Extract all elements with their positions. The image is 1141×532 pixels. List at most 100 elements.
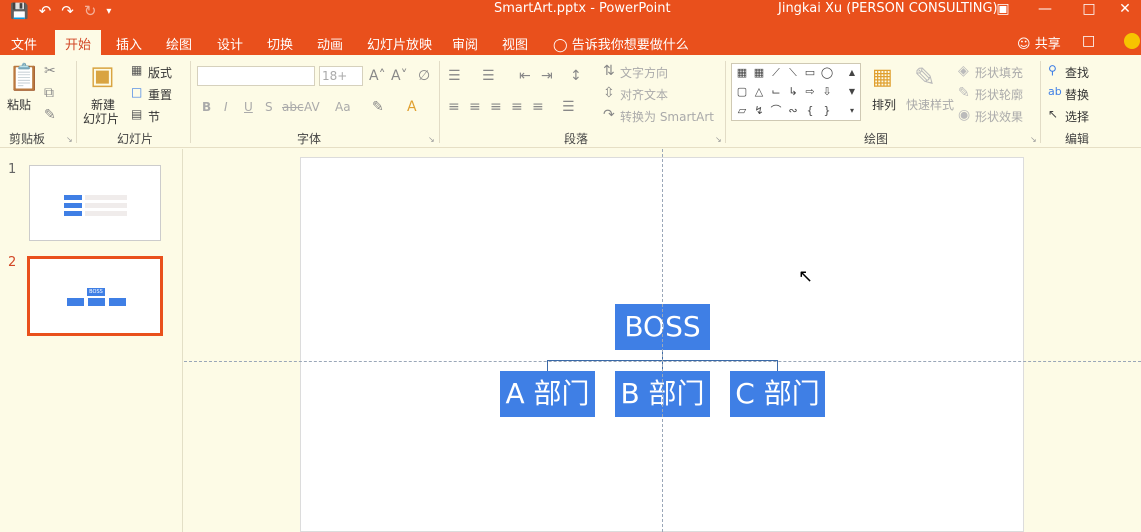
tell-me-search[interactable]: ◯ 告诉我你想要做什么 (553, 34, 689, 53)
align-left-icon[interactable]: ≡ (448, 99, 460, 115)
tab-animations[interactable]: 动画 (317, 34, 343, 53)
arrow-shape-icon[interactable]: ⟍ (786, 66, 800, 80)
curve-shape-icon[interactable]: ⌒ (769, 104, 783, 118)
quick-styles-button[interactable]: 快速样式 (906, 96, 954, 113)
shape-effects-button[interactable]: 形状效果 (975, 108, 1023, 125)
gallery-scroll-up-icon[interactable]: ▲ (845, 66, 859, 80)
repeat-icon[interactable]: ↻ (84, 2, 97, 20)
shape-outline-button[interactable]: 形状轮廓 (975, 86, 1023, 103)
oval-shape-icon[interactable]: ◯ (820, 66, 834, 80)
flowchart-shape-icon[interactable]: ▱ (735, 104, 749, 118)
slide-thumbnail-1[interactable] (29, 165, 161, 241)
feedback-smiley-icon[interactable] (1124, 33, 1140, 49)
line-shape-icon[interactable]: ⟋ (769, 66, 783, 80)
section-button[interactable]: 节 (148, 108, 160, 125)
redo-icon[interactable]: ↷ (61, 2, 74, 20)
tab-file[interactable]: 文件 (11, 34, 37, 53)
ribbon-display-options-icon[interactable]: ▣ (988, 0, 1018, 18)
shape-fill-button[interactable]: 形状填充 (975, 64, 1023, 81)
tab-transitions[interactable]: 切换 (267, 34, 293, 53)
smartart-child-box-c[interactable]: C 部门 (730, 371, 825, 417)
distributed-icon[interactable]: ≡ (532, 99, 544, 115)
horizontal-guide[interactable] (184, 361, 1141, 362)
customize-qat-icon[interactable]: ▾ (106, 6, 111, 17)
font-launcher-icon[interactable]: ↘ (428, 135, 435, 144)
paragraph-launcher-icon[interactable]: ↘ (715, 135, 722, 144)
quick-styles-icon[interactable]: ✎ (914, 63, 936, 93)
convert-smartart-button[interactable]: 转换为 SmartArt (620, 108, 714, 125)
format-painter-icon[interactable]: ✎ (44, 107, 56, 123)
slide-thumbnail-pane[interactable]: 1 2 BOSS (0, 149, 183, 532)
undo-icon[interactable]: ↶ (39, 2, 52, 20)
underline-button[interactable]: U (244, 100, 253, 114)
text-direction-button[interactable]: 文字方向 (620, 64, 668, 81)
font-size-input[interactable]: 18+ (319, 66, 363, 86)
elbow-arrow-shape-icon[interactable]: ↳ (786, 85, 800, 99)
numbering-icon[interactable]: ☰ (482, 68, 495, 84)
lightning-shape-icon[interactable]: ↯ (752, 104, 766, 118)
tab-insert[interactable]: 插入 (116, 34, 142, 53)
cut-icon[interactable]: ✂ (44, 63, 56, 79)
shadow-button[interactable]: S (265, 100, 273, 114)
save-icon[interactable]: 💾 (10, 2, 29, 20)
increase-font-icon[interactable]: A˄ (369, 68, 386, 84)
paste-button-label[interactable]: 粘贴 (7, 96, 31, 113)
vertical-textbox-shape-icon[interactable]: ▦ (752, 66, 766, 80)
tab-view[interactable]: 视图 (502, 34, 528, 53)
new-slide-label-2[interactable]: 幻灯片 (83, 110, 119, 127)
align-right-icon[interactable]: ≡ (490, 99, 502, 115)
paste-icon[interactable]: 📋 (8, 63, 40, 93)
layout-button[interactable]: 版式 (148, 64, 172, 81)
font-name-input[interactable] (197, 66, 315, 86)
shapes-gallery[interactable]: ▦ ▦ ⟋ ⟍ ▭ ◯ ▢ △ ⌙ ↳ ⇨ ⇩ ▱ ↯ ⌒ ∾ { } ▲ ▼ … (731, 63, 861, 121)
down-arrow-shape-icon[interactable]: ⇩ (820, 85, 834, 99)
smartart-child-box-a[interactable]: A 部门 (500, 371, 595, 417)
clear-formatting-icon[interactable]: ∅ (418, 68, 430, 84)
align-center-icon[interactable]: ≡ (469, 99, 481, 115)
select-button[interactable]: 选择 (1065, 108, 1089, 125)
decrease-indent-icon[interactable]: ⇤ (519, 68, 531, 84)
bullets-icon[interactable]: ☰ (448, 68, 461, 84)
left-brace-shape-icon[interactable]: { (803, 104, 817, 118)
vertical-guide[interactable] (662, 149, 663, 532)
italic-button[interactable]: I (224, 100, 228, 114)
rounded-rectangle-shape-icon[interactable]: ▢ (735, 85, 749, 99)
bold-button[interactable]: B (202, 100, 211, 114)
right-brace-shape-icon[interactable]: } (820, 104, 834, 118)
arrange-icon[interactable]: ▦ (872, 65, 893, 90)
textbox-shape-icon[interactable]: ▦ (735, 66, 749, 80)
tab-slideshow[interactable]: 幻灯片放映 (367, 34, 432, 53)
increase-indent-icon[interactable]: ⇥ (541, 68, 553, 84)
arrange-button[interactable]: 排列 (872, 96, 896, 113)
character-spacing-button[interactable]: AV (304, 100, 320, 114)
minimize-icon[interactable]: — (1030, 0, 1060, 18)
strikethrough-button[interactable]: abc (282, 100, 304, 114)
share-button[interactable]: ☺ 共享 (1017, 33, 1061, 52)
close-icon[interactable]: ✕ (1110, 0, 1140, 18)
new-slide-icon[interactable]: ▣ (90, 61, 115, 91)
gallery-scroll-down-icon[interactable]: ▼ (845, 85, 859, 99)
clipboard-launcher-icon[interactable]: ↘ (66, 135, 73, 144)
align-text-button[interactable]: 对齐文本 (620, 86, 668, 103)
tab-design[interactable]: 设计 (217, 34, 243, 53)
right-arrow-shape-icon[interactable]: ⇨ (803, 85, 817, 99)
find-button[interactable]: 查找 (1065, 64, 1089, 81)
copy-icon[interactable]: ⧉ (44, 85, 54, 101)
replace-button[interactable]: 替换 (1065, 86, 1089, 103)
columns-icon[interactable]: ☰ (562, 99, 575, 115)
freeform-shape-icon[interactable]: ∾ (786, 104, 800, 118)
line-spacing-icon[interactable]: ↕ (570, 68, 582, 84)
reset-button[interactable]: 重置 (148, 86, 172, 103)
decrease-font-icon[interactable]: A˅ (391, 68, 408, 84)
elbow-connector-shape-icon[interactable]: ⌙ (769, 85, 783, 99)
user-name[interactable]: Jingkai Xu (PERSON CONSULTING) (778, 1, 998, 16)
maximize-icon[interactable]: □ (1074, 0, 1104, 18)
triangle-shape-icon[interactable]: △ (752, 85, 766, 99)
tab-review[interactable]: 审阅 (452, 34, 478, 53)
tab-draw[interactable]: 绘图 (166, 34, 192, 53)
slide-thumbnail-2[interactable]: BOSS (27, 256, 163, 336)
justify-icon[interactable]: ≡ (511, 99, 523, 115)
font-color-icon[interactable]: A (407, 99, 417, 115)
tab-home[interactable]: 开始 (55, 30, 102, 55)
drawing-launcher-icon[interactable]: ↘ (1030, 135, 1037, 144)
